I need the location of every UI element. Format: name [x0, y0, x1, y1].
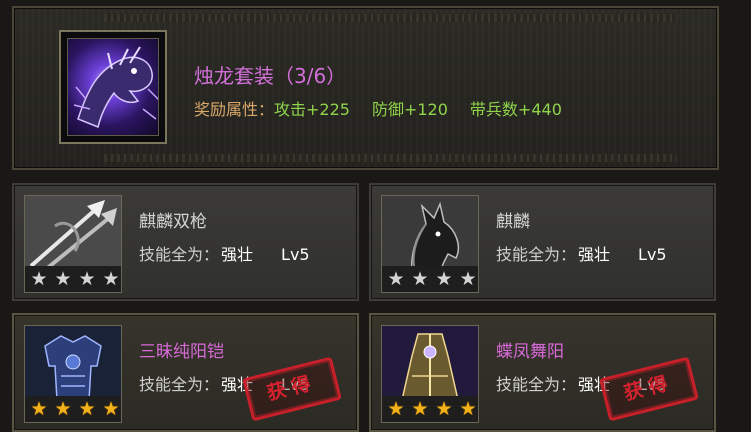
set-item-card[interactable]: ★ ★ ★ ★ 三昧纯阳铠 技能全为： 强壮 Lv5 获得: [12, 313, 359, 432]
star-icon: ★: [102, 398, 120, 420]
obtained-stamp: 获得: [599, 356, 699, 422]
star-rating: ★ ★ ★ ★: [29, 269, 121, 289]
skill-label: 技能全为：: [496, 245, 577, 264]
skill-value: 强壮: [221, 245, 254, 264]
equipment-set-window: 烛龙套装（3/6） 奖励属性：攻击+225 防御+120 带兵数+440 ★ ★ ★…: [0, 0, 751, 432]
star-icon: ★: [459, 398, 477, 420]
star-icon: ★: [435, 268, 453, 290]
item-icon-slot[interactable]: ★ ★ ★ ★: [381, 195, 479, 293]
panel-ornament-top: [104, 14, 677, 22]
horse-mount-icon: [382, 196, 478, 274]
star-icon: ★: [30, 268, 48, 290]
twin-spear-icon: [25, 196, 121, 274]
item-name: 麒麟: [496, 212, 530, 232]
skill-level: Lv5: [638, 245, 667, 264]
set-item-card[interactable]: ★ ★ ★ ★ 蝶凤舞阳 技能全为： 强壮 Lv5 获得: [369, 313, 716, 432]
item-skill-line: 技能全为： 强壮 Lv5: [496, 241, 667, 265]
set-item-card[interactable]: ★ ★ ★ ★ 麒麟双枪 技能全为： 强壮 Lv5: [12, 183, 359, 301]
bonus-label: 奖励属性：: [194, 100, 275, 119]
robe-icon: [382, 326, 478, 404]
skill-level: Lv5: [281, 245, 310, 264]
item-icon-slot[interactable]: ★ ★ ★ ★: [24, 195, 122, 293]
star-rating: ★ ★ ★ ★: [386, 399, 478, 419]
item-icon-slot[interactable]: ★ ★ ★ ★: [24, 325, 122, 423]
star-icon: ★: [411, 398, 429, 420]
star-icon: ★: [387, 398, 405, 420]
star-rating: ★ ★ ★ ★: [386, 269, 478, 289]
star-icon: ★: [411, 268, 429, 290]
item-name: 蝶凤舞阳: [496, 342, 564, 362]
star-icon: ★: [435, 398, 453, 420]
bonus-troops: 带兵数+440: [469, 100, 562, 119]
dragon-emblem-icon: [67, 38, 159, 136]
star-icon: ★: [78, 398, 96, 420]
set-item-card[interactable]: ★ ★ ★ ★ 麒麟 技能全为： 强壮 Lv5: [369, 183, 716, 301]
panel-ornament-bottom: [104, 154, 677, 162]
star-icon: ★: [54, 398, 72, 420]
star-rating: ★ ★ ★ ★: [29, 399, 121, 419]
star-icon: ★: [78, 268, 96, 290]
set-title: 烛龙套装（3/6）: [194, 64, 347, 88]
bonus-attack: 攻击+225: [274, 100, 350, 119]
star-icon: ★: [102, 268, 120, 290]
set-info-panel: 烛龙套装（3/6） 奖励属性：攻击+225 防御+120 带兵数+440: [12, 6, 719, 170]
skill-label: 技能全为：: [139, 245, 220, 264]
skill-label: 技能全为：: [139, 375, 220, 394]
obtained-stamp: 获得: [242, 356, 342, 422]
skill-label: 技能全为：: [496, 375, 577, 394]
item-skill-line: 技能全为： 强壮 Lv5: [139, 241, 310, 265]
set-icon-frame[interactable]: [59, 30, 167, 144]
armor-icon: [25, 326, 121, 404]
star-icon: ★: [54, 268, 72, 290]
skill-value: 强壮: [578, 245, 611, 264]
set-bonus-line: 奖励属性：攻击+225 防御+120 带兵数+440: [194, 96, 584, 120]
bonus-defense: 防御+120: [371, 100, 448, 119]
star-icon: ★: [459, 268, 477, 290]
star-icon: ★: [30, 398, 48, 420]
item-icon-slot[interactable]: ★ ★ ★ ★: [381, 325, 479, 423]
item-name: 三昧纯阳铠: [139, 342, 224, 362]
item-name: 麒麟双枪: [139, 212, 207, 232]
star-icon: ★: [387, 268, 405, 290]
